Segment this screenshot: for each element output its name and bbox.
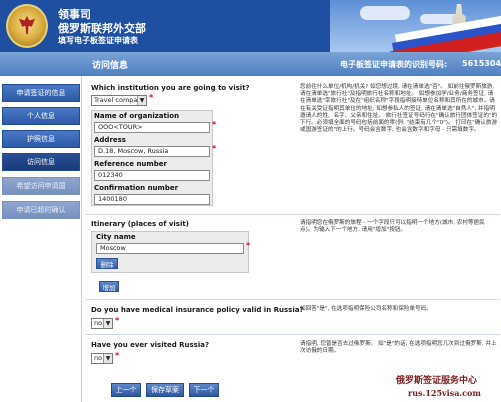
next-button[interactable]: 下一个 <box>189 383 219 397</box>
application-id-value: 5615304 <box>462 59 501 68</box>
insurance-select-value: no <box>94 319 103 327</box>
header-title-line2: 俄罗斯联邦外交部 <box>58 22 146 35</box>
itinerary-help-text: 请指明您在俄罗斯的旅程 - 一个字段只可以指明一个地方(城市, 农村等居民点)。… <box>300 220 485 234</box>
section-divider <box>86 299 500 300</box>
section-divider <box>86 214 500 215</box>
address-label: Address <box>94 136 126 144</box>
visited-select-value: no <box>94 354 103 362</box>
chevron-down-icon[interactable]: ▼ <box>103 319 112 328</box>
city-name-input[interactable]: Moscow <box>96 243 244 254</box>
chevron-down-icon[interactable]: ▼ <box>137 96 146 105</box>
reference-number-label: Reference number <box>94 160 167 168</box>
sidebar-item-destination: 希望访问申请国 <box>2 177 80 195</box>
ministry-emblem-icon <box>6 4 48 48</box>
application-id-label: 电子板签证申请表的识别号码: <box>340 60 448 69</box>
site-header: 领事司 俄罗斯联邦外交部 填写电子板签证申请表 <box>0 0 501 52</box>
city-name-label: City name <box>96 233 136 241</box>
institution-question-label: Which institution you are going to visit… <box>91 84 250 92</box>
institution-help-text: 您前往什么单位/机构/机关? 如您想过境, 请在清单选"否"。 如前往俄罗斯旅游… <box>300 84 498 134</box>
institution-select[interactable]: Travel company ▼ <box>91 95 147 106</box>
sidebar: 申请签证的信息 个人信息 护照信息 访问信息 希望访问申请国 申请已超时确认 <box>0 76 82 402</box>
required-marker: * <box>115 316 120 325</box>
visited-select[interactable]: no ▼ <box>91 353 113 364</box>
delete-city-button[interactable]: 删除 <box>96 258 118 269</box>
required-marker: * <box>246 241 251 250</box>
org-name-label: Name of organization <box>94 112 180 120</box>
reference-number-input[interactable]: 012340 <box>94 170 210 181</box>
visited-help-text: 请指明, 您曾是否去过俄罗斯。 如"是"的话, 在选项指明您几次到过俄罗斯, 并… <box>300 341 497 355</box>
confirmation-number-input[interactable]: 1400180 <box>94 194 210 205</box>
required-marker: * <box>149 93 154 102</box>
watermark-line1: 俄罗斯签证服务中心 <box>396 376 478 386</box>
sidebar-item-passport-info[interactable]: 护照信息 <box>2 130 80 148</box>
itinerary-question-label: Itinerary (places of visit) <box>91 220 189 228</box>
watermark-line2: rus.125visa.com <box>408 388 481 398</box>
required-marker: * <box>212 120 217 129</box>
header-subtitle: 填写电子板签证申请表 <box>58 35 138 45</box>
chevron-down-icon[interactable]: ▼ <box>103 354 112 363</box>
org-name-input[interactable]: OOO<TOUR> <box>94 122 210 133</box>
section-divider <box>86 334 500 335</box>
required-marker: * <box>115 351 120 360</box>
address-input[interactable]: D.18, Moscow, Russia <box>94 146 210 157</box>
section-title-bar: 访问信息 电子板签证申请表的识别号码: 5615304 <box>0 52 501 76</box>
sidebar-item-visa-info[interactable]: 申请签证的信息 <box>2 84 80 102</box>
insurance-help-text: 如回答"是", 在选项指明保险公司名称和保险单号码。 <box>300 306 432 312</box>
sidebar-item-personal-info[interactable]: 个人信息 <box>2 107 80 125</box>
section-title: 访问信息 <box>92 61 129 71</box>
sidebar-item-confirmation: 申请已超时确认 <box>2 201 80 219</box>
sidebar-item-visit-info[interactable]: 访问信息 <box>2 153 80 171</box>
insurance-select[interactable]: no ▼ <box>91 318 113 329</box>
visited-question-label: Have you ever visited Russia? <box>91 341 210 349</box>
required-marker: * <box>212 144 217 153</box>
save-draft-button[interactable]: 保存草案 <box>146 383 184 397</box>
confirmation-number-label: Confirmation number <box>94 184 179 192</box>
cloud-decoration <box>360 6 410 20</box>
add-city-button[interactable]: 增加 <box>99 281 119 292</box>
eagle-icon <box>19 16 35 34</box>
previous-button[interactable]: 上一个 <box>111 383 141 397</box>
insurance-question-label: Do you have medical insurance policy val… <box>91 306 304 314</box>
